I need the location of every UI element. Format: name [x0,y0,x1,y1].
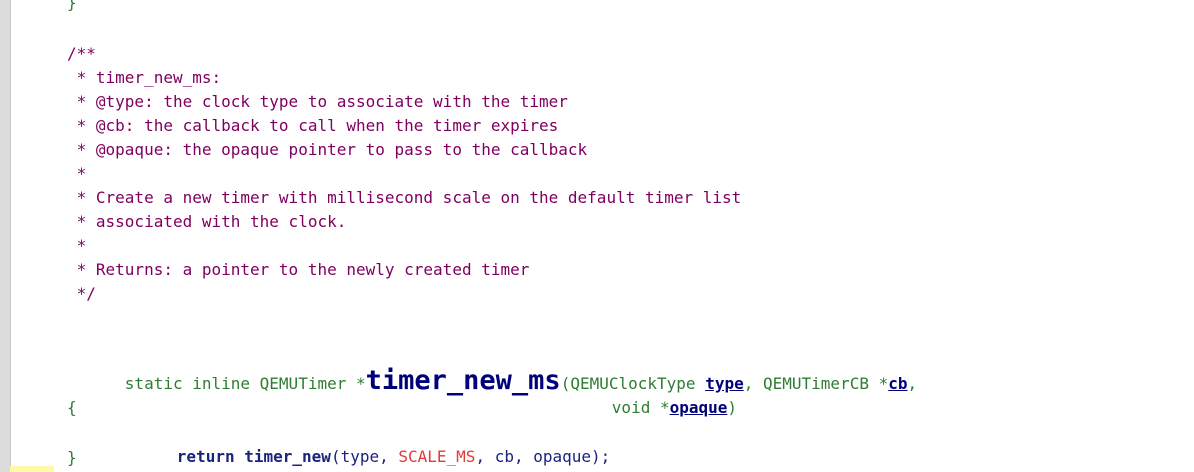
call-timer-new[interactable]: timer_new [244,447,331,466]
param-opaque[interactable]: opaque [670,398,728,417]
comment-blank-line: * [67,164,87,183]
code-area[interactable]: } /** * timer_new_ms: * @type: the clock… [0,0,1194,472]
return-keyword: return [176,447,245,466]
comment-desc-line-2: * associated with the clock. [67,212,347,231]
comment-name-line: * timer_new_ms: [67,68,222,87]
prev-close-brace: } [67,0,77,12]
comment-opaque-line: * @opaque: the opaque pointer to pass to… [67,140,588,159]
body-open-brace: { [67,398,77,417]
comment-open: /** [67,44,96,63]
macro-scale-ms[interactable]: SCALE_MS [398,447,475,466]
param-cb[interactable]: cb [888,374,907,393]
return-statement: return timer_new(type, SCALE_MS, cb, opa… [119,421,611,466]
comment-returns-line: * Returns: a pointer to the newly create… [67,260,530,279]
call-args-rest: , cb, opaque); [475,447,611,466]
call-args-type: (type, [330,447,399,466]
void-pointer-type: void * [611,398,670,417]
comment-type-line: * @type: the clock type to associate wit… [67,92,568,111]
comment-cb-line: * @cb: the callback to call when the tim… [67,116,559,135]
comment-desc-line-1: * Create a new timer with millisecond sc… [67,188,742,207]
signature-trailing-comma: , [907,374,918,393]
signature-prefix: static inline QEMUTimer * [124,374,366,393]
signature-continuation: void *opaque) [554,372,737,417]
signature-line: static inline QEMUTimer *timer_new_ms(QE… [67,330,917,396]
signature-cb-type: , QEMUTimerCB * [743,374,889,393]
body-close-brace: } [67,448,77,467]
comment-blank-line: * [67,236,87,255]
function-name[interactable]: timer_new_ms [366,365,561,396]
signature-close-paren: ) [727,398,738,417]
code-editor[interactable]: } /** * timer_new_ms: * @type: the clock… [0,0,1194,472]
comment-close: */ [67,284,96,303]
